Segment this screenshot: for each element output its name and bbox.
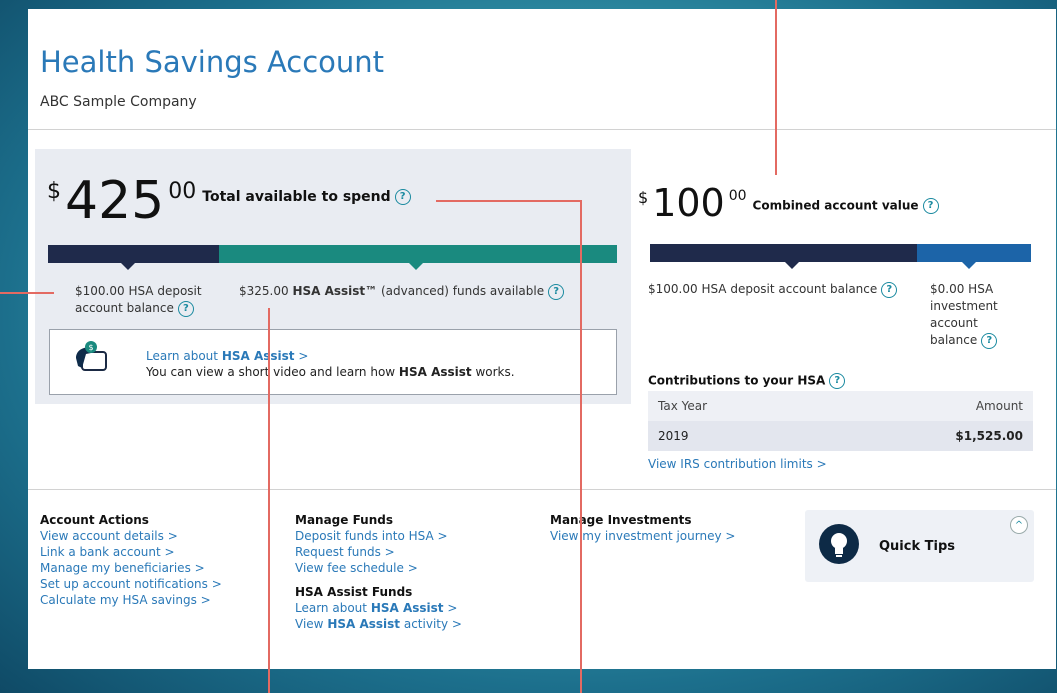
calculate-savings-link[interactable]: Calculate my HSA savings >	[40, 592, 222, 608]
chevron-up-icon[interactable]: ^	[1010, 516, 1028, 534]
available-amount: $ 425 00 Total available to spend?	[47, 165, 411, 227]
help-icon[interactable]: ?	[829, 373, 846, 389]
deposit-funds-link[interactable]: Deposit funds into HSA >	[295, 528, 462, 544]
learn-hsa-assist-link[interactable]: Learn about HSA Assist >	[295, 600, 462, 616]
account-actions: Account Actions View account details > L…	[40, 512, 222, 608]
investment-journey-link[interactable]: View my investment journey >	[550, 528, 735, 544]
svg-text:$: $	[88, 343, 93, 352]
combined-investment-balance: $0.00 HSA investment account balance?	[930, 282, 998, 349]
callout-line	[775, 0, 777, 175]
view-hsa-assist-activity-link[interactable]: View HSA Assist activity >	[295, 616, 462, 632]
lightbulb-icon	[819, 524, 859, 564]
view-account-details-link[interactable]: View account details >	[40, 528, 222, 544]
page-title: Health Savings Account	[40, 45, 385, 79]
learn-text: Learn about HSA Assist > You can view a …	[146, 349, 515, 379]
contributions-table: Tax Year Amount 2019 $1,525.00	[648, 391, 1033, 451]
quick-tips-label: Quick Tips	[879, 539, 956, 554]
available-card: $ 425 00 Total available to spend? $100.…	[35, 149, 631, 404]
learn-hsa-assist-link[interactable]: Learn about HSA Assist >	[146, 349, 308, 363]
divider	[28, 489, 1056, 490]
deposit-pointer	[121, 263, 135, 270]
manage-beneficiaries-link[interactable]: Manage my beneficiaries >	[40, 560, 222, 576]
combined-label: Combined account value?	[753, 198, 939, 214]
fee-schedule-link[interactable]: View fee schedule >	[295, 560, 462, 576]
available-cents: 00	[168, 179, 197, 204]
section-heading: Manage Investments	[550, 513, 692, 527]
combined-deposit-balance: $100.00 HSA deposit account balance?	[648, 281, 898, 298]
currency-symbol: $	[638, 188, 649, 207]
help-icon[interactable]: ?	[922, 198, 939, 214]
section-heading: Account Actions	[40, 513, 149, 527]
combined-deposit-pointer	[785, 262, 799, 269]
table-row: 2019 $1,525.00	[648, 421, 1033, 451]
section-heading: HSA Assist Funds	[295, 585, 413, 599]
company-name: ABC Sample Company	[40, 94, 197, 110]
callout-line	[0, 292, 54, 294]
available-label: Total available to spend?	[202, 189, 411, 205]
callout-line	[580, 200, 582, 693]
help-icon[interactable]: ?	[177, 300, 194, 317]
assist-bar	[219, 245, 617, 263]
quick-tips-card[interactable]: Quick Tips ^	[805, 510, 1034, 582]
combined-account: $ 100 00 Combined account value?	[638, 184, 1038, 222]
combined-cents: 00	[728, 188, 747, 204]
combined-deposit-bar	[650, 244, 917, 262]
combined-integer: 100	[652, 181, 725, 225]
combined-investment-bar	[917, 244, 1031, 262]
help-icon[interactable]: ?	[981, 332, 998, 349]
divider	[28, 129, 1056, 130]
contributions-title: Contributions to your HSA?	[648, 373, 846, 389]
deposit-bar	[48, 245, 219, 263]
currency-symbol: $	[47, 179, 61, 204]
request-funds-link[interactable]: Request funds >	[295, 544, 462, 560]
table-header: Tax Year Amount	[648, 391, 1033, 421]
help-icon[interactable]: ?	[394, 189, 411, 205]
assist-pointer	[409, 263, 423, 270]
hand-money-icon: $	[76, 341, 107, 371]
irs-limits-link[interactable]: View IRS contribution limits >	[648, 457, 827, 471]
available-integer: 425	[65, 171, 165, 231]
account-notifications-link[interactable]: Set up account notifications >	[40, 576, 222, 592]
learn-hsa-assist-box[interactable]: $ Learn about HSA Assist > You can view …	[49, 329, 617, 395]
link-bank-account-link[interactable]: Link a bank account >	[40, 544, 222, 560]
manage-funds: Manage Funds Deposit funds into HSA > Re…	[295, 512, 462, 632]
combined-amount: $ 100 00 Combined account value?	[638, 184, 1038, 222]
combined-investment-pointer	[962, 262, 976, 269]
assist-funds: $325.00 HSA Assist™ (advanced) funds ava…	[239, 283, 565, 300]
deposit-balance: $100.00 HSA deposit account balance?	[75, 284, 202, 317]
section-heading: Manage Funds	[295, 513, 394, 527]
callout-line	[436, 200, 581, 202]
manage-investments: Manage Investments View my investment jo…	[550, 512, 735, 544]
help-icon[interactable]: ?	[881, 281, 898, 298]
help-icon[interactable]: ?	[548, 283, 565, 300]
hsa-panel: Health Savings Account ABC Sample Compan…	[28, 9, 1056, 669]
callout-line	[268, 308, 270, 693]
